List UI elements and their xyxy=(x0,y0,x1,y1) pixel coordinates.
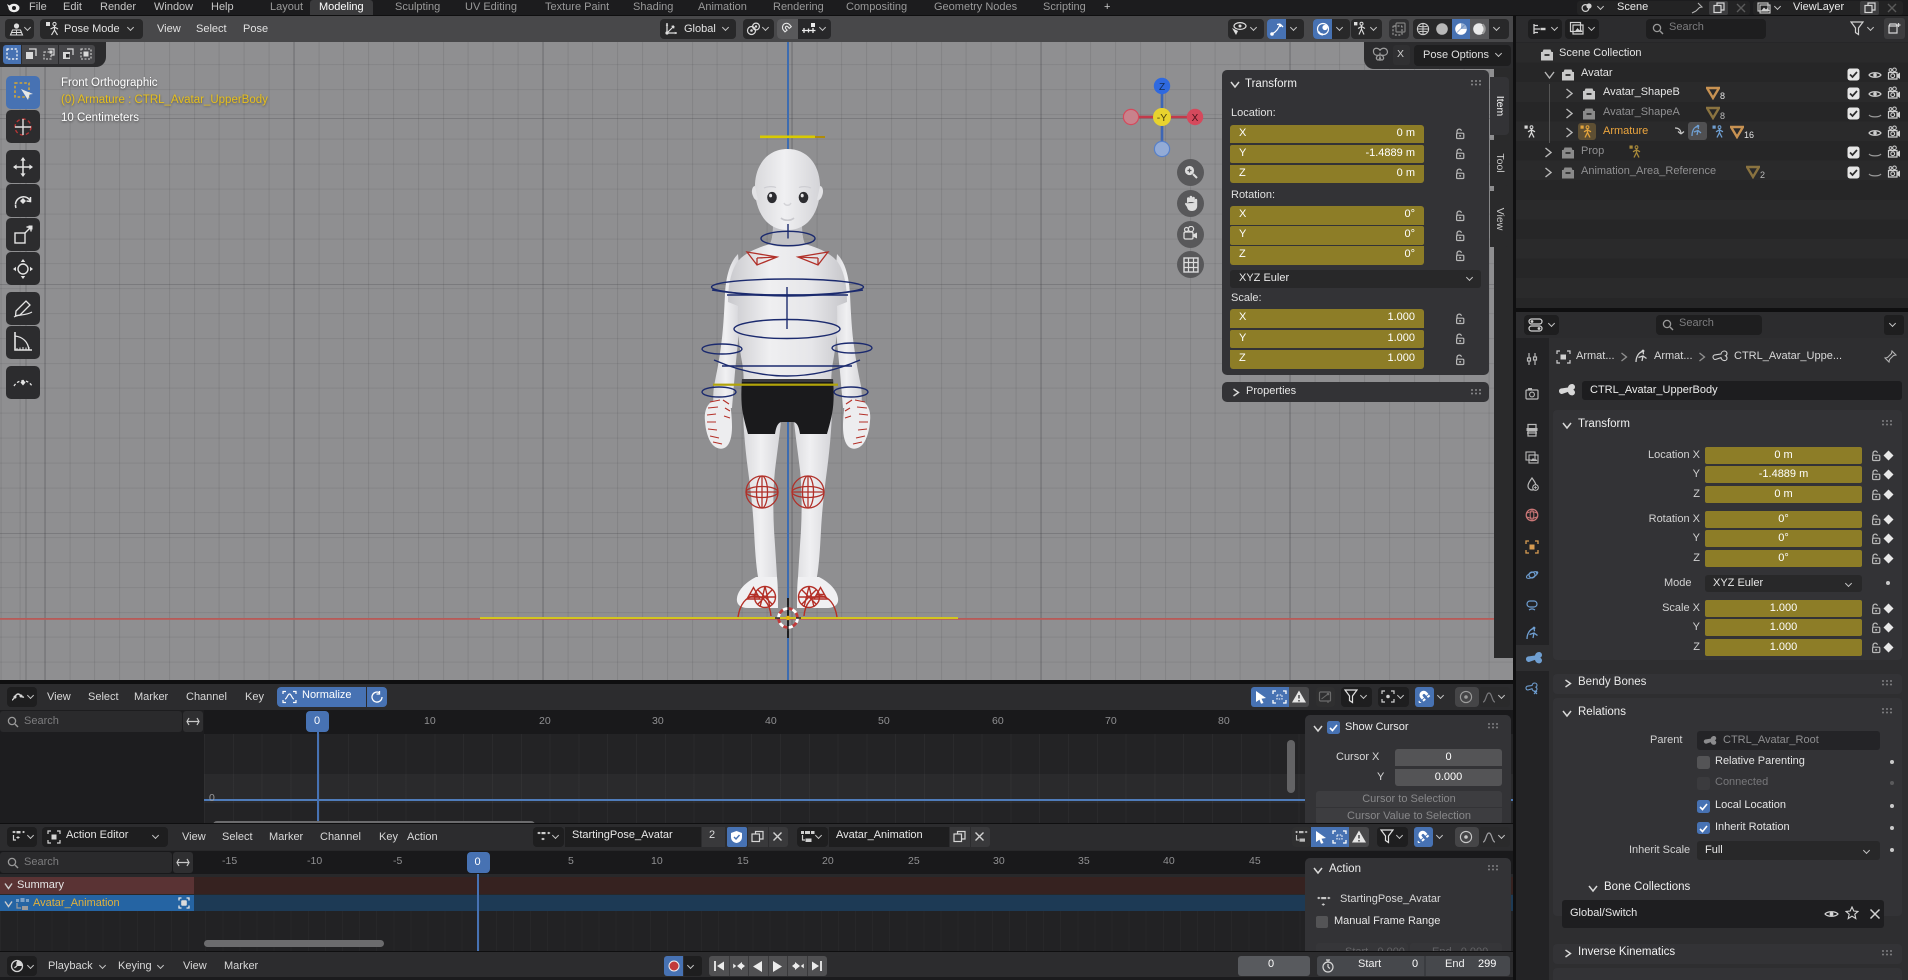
svg-text:X: X xyxy=(1192,113,1199,124)
svg-text:Z: Z xyxy=(1159,82,1165,93)
svg-text:-Y: -Y xyxy=(1157,112,1168,124)
